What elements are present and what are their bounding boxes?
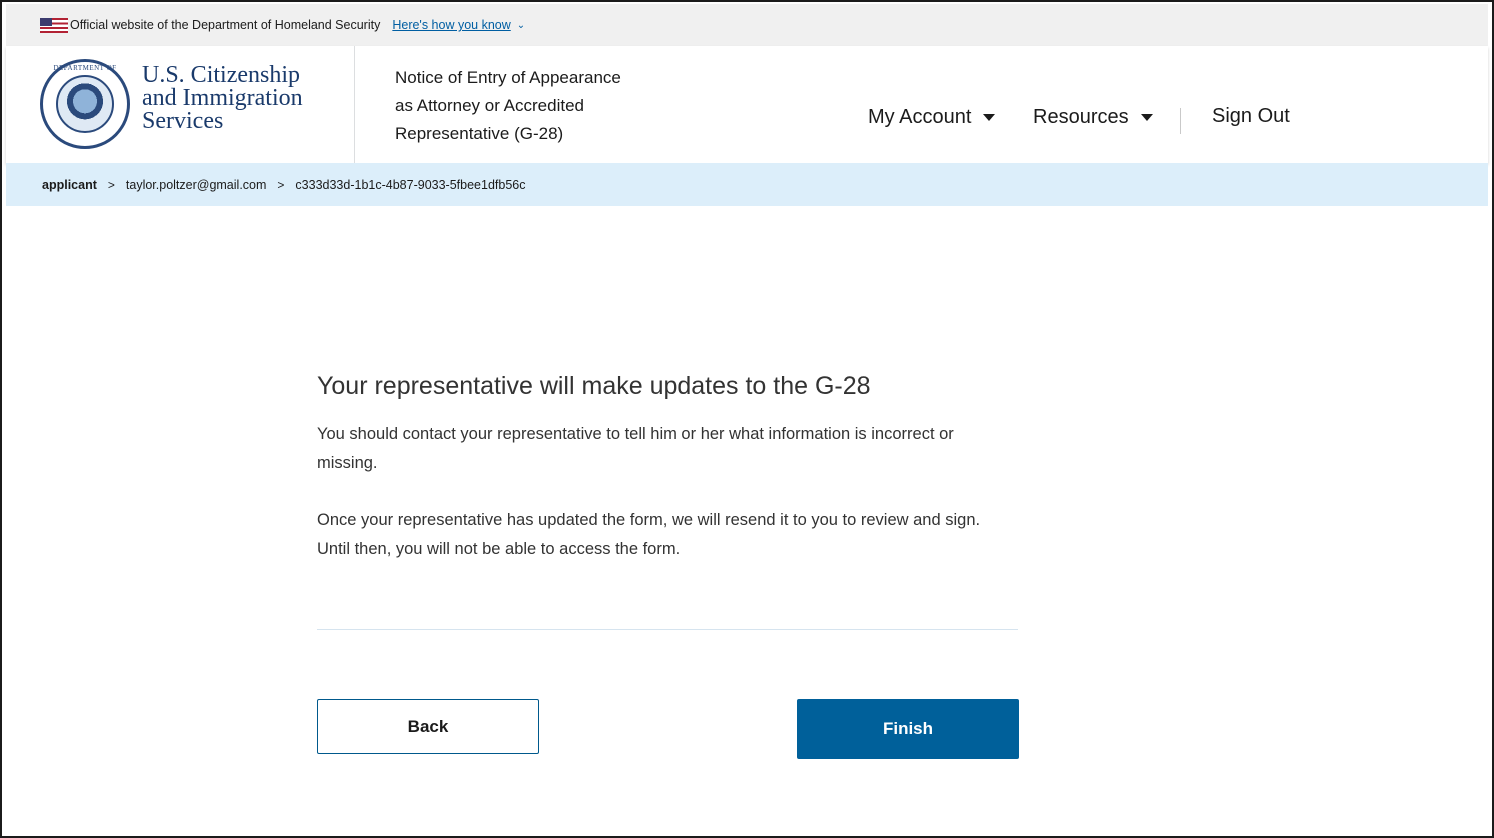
finish-button[interactable]: Finish [797, 699, 1019, 759]
back-button[interactable]: Back [317, 699, 539, 754]
site-header: DEPARTMENT OF U.S. Citizenship and Immig… [6, 46, 1488, 163]
form-title: Notice of Entry of Appearance as Attorne… [395, 64, 655, 148]
agency-name-line: Services [142, 108, 224, 134]
us-flag-icon [40, 17, 68, 33]
page-title: Your representative will make updates to… [317, 372, 871, 400]
caret-down-icon [983, 114, 996, 121]
form-title-line: Notice of Entry of Appearance [395, 68, 621, 87]
gov-banner-text: Official website of the Department of Ho… [70, 18, 381, 32]
my-account-menu[interactable]: My Account [868, 106, 996, 129]
breadcrumb-item-case-id: c333d33d-1b1c-4b87-9033-5fbee1dfb56c [295, 177, 526, 192]
sign-out-link[interactable]: Sign Out [1212, 105, 1290, 128]
my-account-label: My Account [868, 106, 972, 128]
agency-name-line: and Immigration [142, 85, 303, 111]
breadcrumb-item-email[interactable]: taylor.poltzer@gmail.com [126, 178, 267, 192]
breadcrumb-item-applicant[interactable]: applicant [42, 178, 97, 192]
seal-eagle-icon [56, 75, 114, 133]
info-paragraph: Once your representative has updated the… [317, 511, 981, 558]
breadcrumb-separator: > [107, 177, 115, 192]
chevron-down-icon[interactable]: ⌄ [517, 20, 525, 31]
heres-how-you-know-link[interactable]: Here's how you know [392, 18, 510, 32]
agency-name-line: U.S. Citizenship [142, 62, 301, 88]
agency-name[interactable]: U.S. Citizenship and Immigration Service… [142, 62, 303, 134]
header-divider [354, 46, 355, 163]
nav-separator [1180, 108, 1181, 134]
instruction-paragraph: You should contact your representative t… [317, 425, 954, 472]
breadcrumb: applicant > taylor.poltzer@gmail.com > c… [6, 163, 1488, 206]
page-frame: Official website of the Department of Ho… [0, 0, 1494, 838]
official-gov-banner: Official website of the Department of Ho… [6, 4, 1488, 46]
breadcrumb-separator: > [277, 177, 285, 192]
content-divider [317, 629, 1018, 630]
dhs-seal-logo[interactable]: DEPARTMENT OF [40, 59, 130, 149]
form-title-line: Representative (G-28) [395, 124, 564, 143]
resources-menu[interactable]: Resources [1033, 106, 1153, 129]
form-title-line: as Attorney or Accredited [395, 96, 584, 115]
caret-down-icon [1140, 114, 1153, 121]
resources-label: Resources [1033, 106, 1129, 128]
